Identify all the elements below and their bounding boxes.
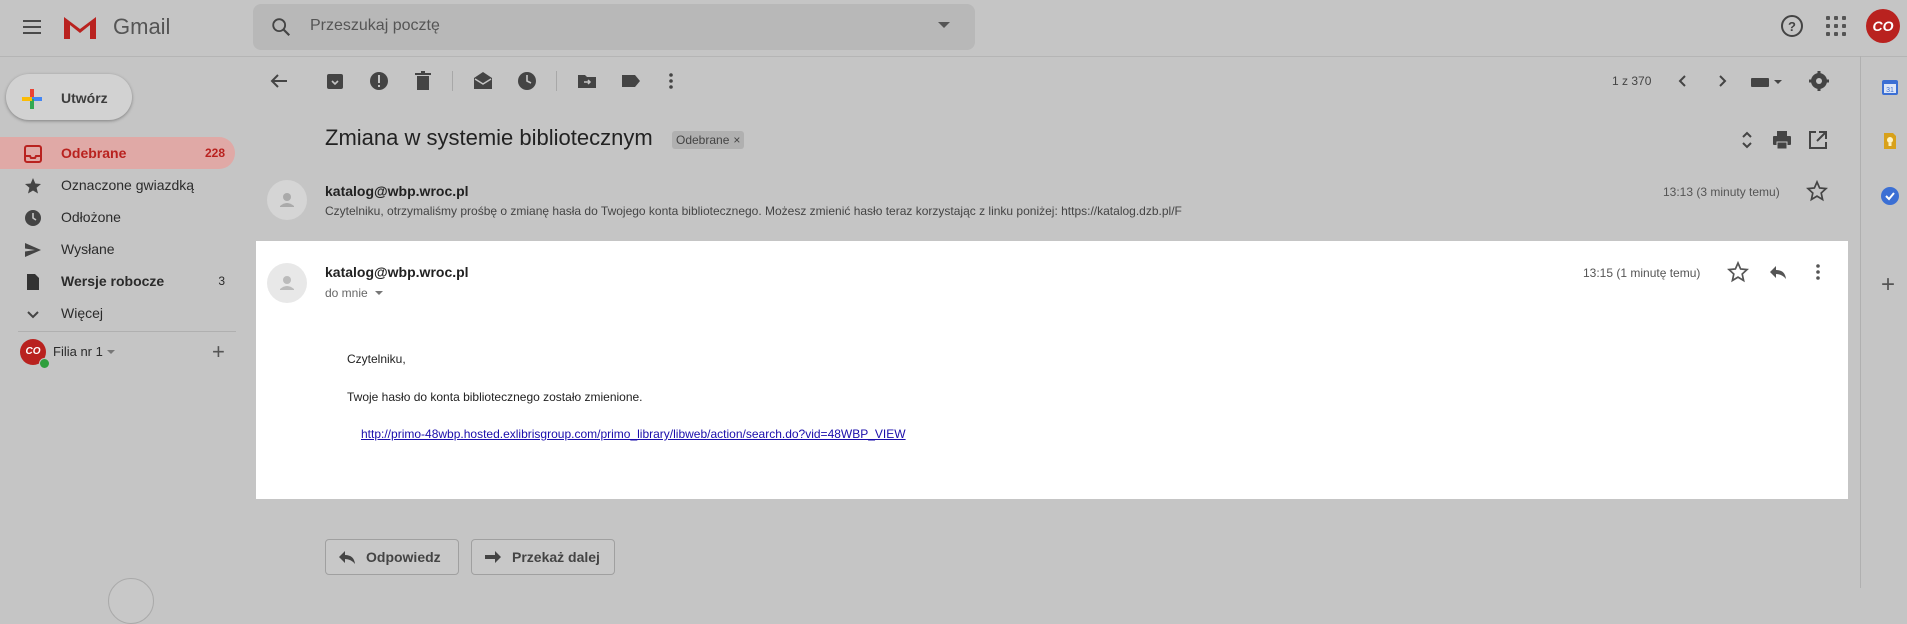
message-time: 13:13 (3 minuty temu) — [1663, 185, 1780, 199]
more-vert-icon[interactable] — [1807, 261, 1829, 283]
label-dropdown-icon[interactable] — [107, 350, 115, 354]
search-icon[interactable] — [270, 16, 292, 38]
sidebar-item-label: Wysłane — [61, 241, 115, 257]
sender-avatar — [267, 263, 307, 303]
compose-plus-icon — [22, 89, 42, 109]
sidebar-item-drafts[interactable]: Wersje robocze 3 — [0, 265, 235, 297]
unread-count: 228 — [204, 146, 225, 160]
sidebar-divider — [18, 331, 236, 332]
sidebar-item-more[interactable]: Więcej — [0, 297, 235, 329]
expand-all-icon[interactable] — [1736, 129, 1758, 151]
chevron-down-icon — [27, 311, 39, 319]
snooze-clock-icon[interactable] — [516, 70, 538, 92]
apps-grid-icon[interactable] — [1825, 15, 1847, 37]
forward-button-label: Przekaż dalej — [512, 549, 600, 565]
forward-icon — [485, 551, 501, 563]
svg-text:31: 31 — [1886, 87, 1894, 94]
sidebar-item-label: Wersje robocze — [61, 273, 165, 289]
message-sender[interactable]: katalog@wbp.wroc.pl — [325, 264, 469, 280]
message-snippet[interactable]: Czytelniku, otrzymaliśmy prośbę o zmianę… — [325, 204, 1182, 218]
online-status-dot — [39, 358, 50, 369]
sidebar-item-sent[interactable]: Wysłane — [0, 233, 235, 265]
add-label-icon[interactable]: + — [212, 341, 225, 363]
star-outline-icon[interactable] — [1806, 180, 1828, 202]
search-input[interactable]: Przeszukaj pocztę — [310, 17, 440, 35]
label-badge: Odebrane × — [672, 131, 745, 149]
toolbar-divider — [556, 71, 557, 91]
move-to-icon[interactable] — [576, 70, 598, 92]
report-spam-icon[interactable] — [368, 70, 390, 92]
get-addons-icon[interactable]: + — [1881, 273, 1895, 297]
forward-button[interactable]: Przekaż dalej — [471, 539, 615, 575]
message-body-text: Twoje hasło do konta bibliotecznego zost… — [347, 390, 643, 404]
remove-label-icon[interactable]: × — [733, 133, 740, 147]
star-outline-icon[interactable] — [1727, 261, 1749, 283]
label-badge-text: Odebrane — [676, 133, 730, 147]
thread-subject: Zmiana w systemie bibliotecznym — [325, 125, 653, 150]
message-body-greeting: Czytelniku, — [347, 352, 406, 366]
main-menu-icon[interactable] — [20, 16, 44, 40]
clock-icon — [25, 210, 41, 226]
pagination-count: 1 z 370 — [1612, 74, 1652, 88]
reply-button[interactable]: Odpowiedz — [325, 539, 459, 575]
message-time: 13:15 (1 minutę temu) — [1583, 266, 1701, 280]
settings-gear-icon[interactable] — [1808, 70, 1830, 92]
toolbar-divider — [452, 71, 453, 91]
sidebar-item-starred[interactable]: Oznaczone gwiazdką — [0, 169, 235, 201]
account-avatar[interactable]: CO — [1866, 9, 1900, 43]
sender-avatar — [267, 180, 307, 220]
newer-chevron-icon[interactable] — [1672, 70, 1694, 92]
help-icon[interactable]: ? — [1780, 14, 1804, 38]
calendar-icon[interactable]: 31 — [1880, 77, 1900, 97]
recipient-line[interactable]: do mnie — [325, 286, 368, 300]
draft-icon — [27, 274, 39, 290]
message-sender[interactable]: katalog@wbp.wroc.pl — [325, 183, 469, 199]
tasks-icon[interactable] — [1880, 186, 1900, 206]
delete-icon[interactable] — [412, 70, 434, 92]
mark-unread-icon[interactable] — [472, 70, 494, 92]
message-body-link[interactable]: http://primo-48wbp.hosted.exlibrisgroup.… — [361, 427, 906, 441]
side-panel-divider — [1860, 56, 1861, 588]
more-vert-icon[interactable] — [660, 70, 682, 92]
reply-icon — [339, 551, 355, 564]
compose-label: Utwórz — [61, 90, 108, 106]
sidebar-item-snoozed[interactable]: Odłożone — [0, 201, 235, 233]
print-icon[interactable] — [1771, 129, 1793, 151]
svg-text:?: ? — [1788, 19, 1796, 34]
app-name: Gmail — [113, 14, 171, 39]
person-icon — [280, 276, 294, 290]
keep-icon[interactable] — [1880, 131, 1900, 151]
sidebar-item-label: Oznaczone gwiazdką — [61, 177, 195, 193]
reply-button-label: Odpowiedz — [366, 549, 441, 565]
keyboard-input-icon[interactable] — [1750, 75, 1786, 89]
sidebar-item-label: Odebrane — [61, 145, 127, 161]
gmail-logo-icon — [64, 17, 96, 39]
send-icon — [25, 243, 41, 257]
drafts-count: 3 — [218, 274, 225, 288]
person-icon — [280, 193, 294, 207]
sidebar-item-inbox[interactable]: Odebrane 228 — [0, 137, 235, 169]
reply-icon[interactable] — [1767, 261, 1789, 283]
inbox-icon — [24, 145, 42, 163]
sidebar-item-label: Odłożone — [61, 209, 121, 225]
sidebar-item-label: Więcej — [61, 305, 104, 321]
label-tag-icon[interactable] — [620, 70, 642, 92]
search-options-icon[interactable] — [938, 22, 950, 28]
star-icon — [25, 178, 41, 194]
label-name[interactable]: Filia nr 1 — [53, 344, 103, 359]
open-new-window-icon[interactable] — [1807, 129, 1829, 151]
archive-icon[interactable] — [324, 70, 346, 92]
older-chevron-icon[interactable] — [1711, 70, 1733, 92]
hangouts-avatar[interactable] — [108, 578, 154, 624]
back-arrow-icon[interactable] — [268, 70, 290, 92]
show-details-icon[interactable] — [375, 291, 383, 295]
